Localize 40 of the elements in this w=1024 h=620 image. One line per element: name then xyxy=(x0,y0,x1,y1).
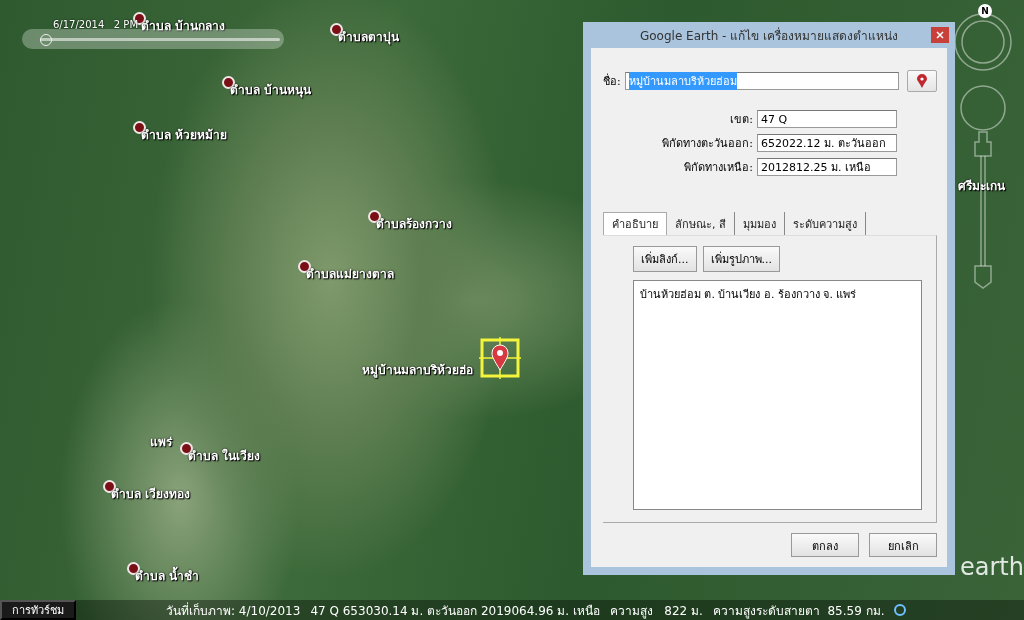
place-label: ตำบลร้องกวาง xyxy=(376,216,452,233)
place-label: หมู่บ้านมลาบริห้วยฮ่อ xyxy=(362,362,473,379)
add-button[interactable]: เพิ่มลิงก์... xyxy=(633,246,697,272)
coordinate-field[interactable]: 2012812.25 ม. เหนือ xyxy=(757,158,897,176)
field-label: พิกัดทางเหนือ: xyxy=(683,160,753,176)
place-label: แพร่ xyxy=(150,434,172,451)
ok-button[interactable]: ตกลง xyxy=(791,533,859,557)
logo: earth xyxy=(960,553,1024,581)
time-slider[interactable] xyxy=(22,29,284,49)
place-label: ตำบล เวียงทอง xyxy=(111,486,191,503)
position-readout: 47 Q 653030.14 ม. ตะวันออก 2019064.96 ม. เหนือ xyxy=(310,602,600,620)
elevation-readout: ความสูง 822 ม. xyxy=(609,602,703,620)
place-label: ตำบลตาปุน xyxy=(338,29,399,46)
cancel-button[interactable]: ยกเลิก xyxy=(869,533,937,557)
name-label: ชื่อ: xyxy=(603,72,621,90)
dialog-title: Google Earth - แก้ไข เครื่องหมายแสดงตำแหน่ง xyxy=(639,26,899,45)
placemark-icon[interactable] xyxy=(479,337,521,379)
place-label: ตำบล น้ำชำ xyxy=(135,566,200,585)
icon-button[interactable] xyxy=(907,70,937,92)
place-label: ตำบล ในเวียง xyxy=(188,447,261,465)
coordinate-field[interactable]: 47 Q xyxy=(757,110,897,128)
coordinate-field[interactable]: 652022.12 ม. ตะวันออก xyxy=(757,134,897,152)
eye-altitude-readout: ความสูงระดับสายตา 85.59 กม. xyxy=(712,602,885,620)
field-label: เขต: xyxy=(729,112,753,128)
close-icon[interactable] xyxy=(936,31,944,39)
slider-date: 6/17/2014 2 PM xyxy=(53,19,138,30)
loading-icon xyxy=(894,604,907,616)
pin-icon[interactable] xyxy=(917,74,927,88)
add-button[interactable]: เพิ่มรูปภาพ... xyxy=(702,246,780,272)
place-label: ศรีมะเกน xyxy=(958,178,1005,195)
imagery-date: วันที่เก็บภาพ: 4/10/2013 xyxy=(166,601,301,620)
tab[interactable]: คำอธิบาย xyxy=(603,212,667,235)
place-label: ตำบลแม่ยางตาล xyxy=(306,266,394,283)
description-field[interactable]: บ้านห้วยฮ่อม ต. บ้านเวียง อ. ร้องกวาง จ. แพร่ xyxy=(633,280,922,510)
place-label: ตำบล บ้านหนุน xyxy=(230,82,312,99)
tour-button[interactable]: การทัวร์ชม xyxy=(0,600,76,620)
field-label: พิกัดทางตะวันออก: xyxy=(661,136,753,152)
place-label: ตำบล ห้วยหม้าย xyxy=(141,127,228,144)
place-label: ตำบล บ้านกลาง xyxy=(141,18,226,35)
close-button[interactable] xyxy=(931,27,949,43)
